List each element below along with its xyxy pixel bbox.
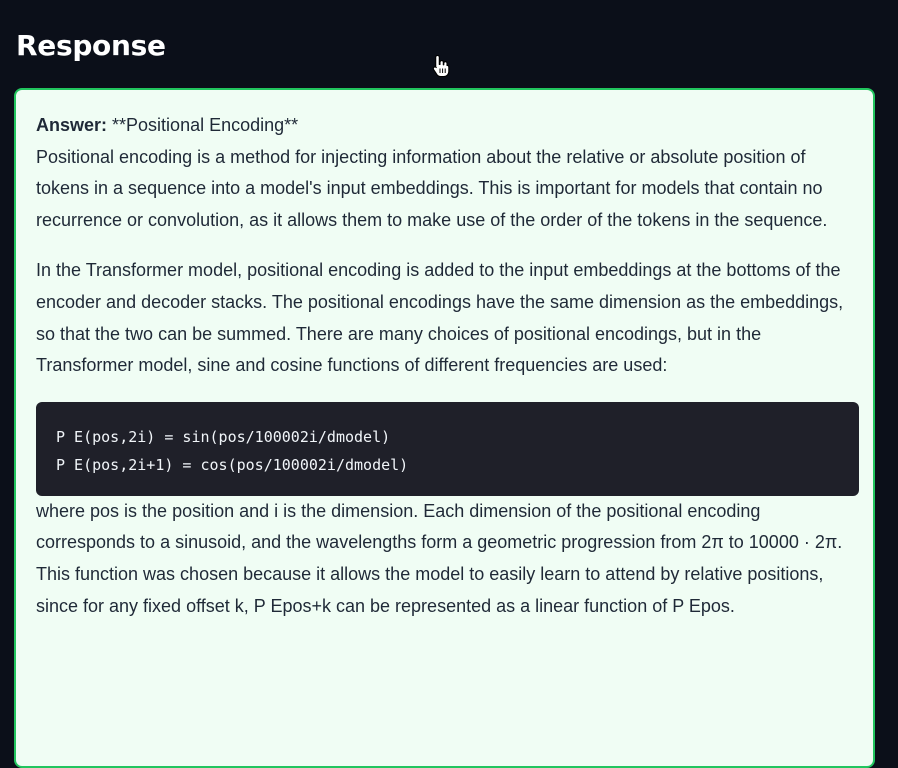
formula-code-block: P E(pos,2i) = sin(pos/100002i/dmodel) P … bbox=[36, 401, 859, 496]
answer-heading-line: Answer: **Positional Encoding** bbox=[36, 110, 858, 142]
hand-pointer-cursor-icon bbox=[432, 54, 450, 78]
answer-paragraph-3: where pos is the position and i is the d… bbox=[36, 500, 843, 616]
answer-paragraph-1: Positional encoding is a method for inje… bbox=[36, 146, 828, 230]
code-line: P E(pos,2i+1) = cos(pos/100002i/dmodel) bbox=[56, 455, 409, 474]
response-heading: Response bbox=[16, 29, 166, 62]
answer-label: Answer: bbox=[36, 115, 108, 135]
response-panel: Answer: **Positional Encoding** Position… bbox=[14, 88, 875, 768]
answer-title: **Positional Encoding** bbox=[112, 115, 299, 135]
response-content: Answer: **Positional Encoding** Position… bbox=[36, 110, 859, 622]
answer-paragraph-2: In the Transformer model, positional enc… bbox=[36, 260, 844, 376]
code-line: P E(pos,2i) = sin(pos/100002i/dmodel) bbox=[56, 427, 391, 446]
